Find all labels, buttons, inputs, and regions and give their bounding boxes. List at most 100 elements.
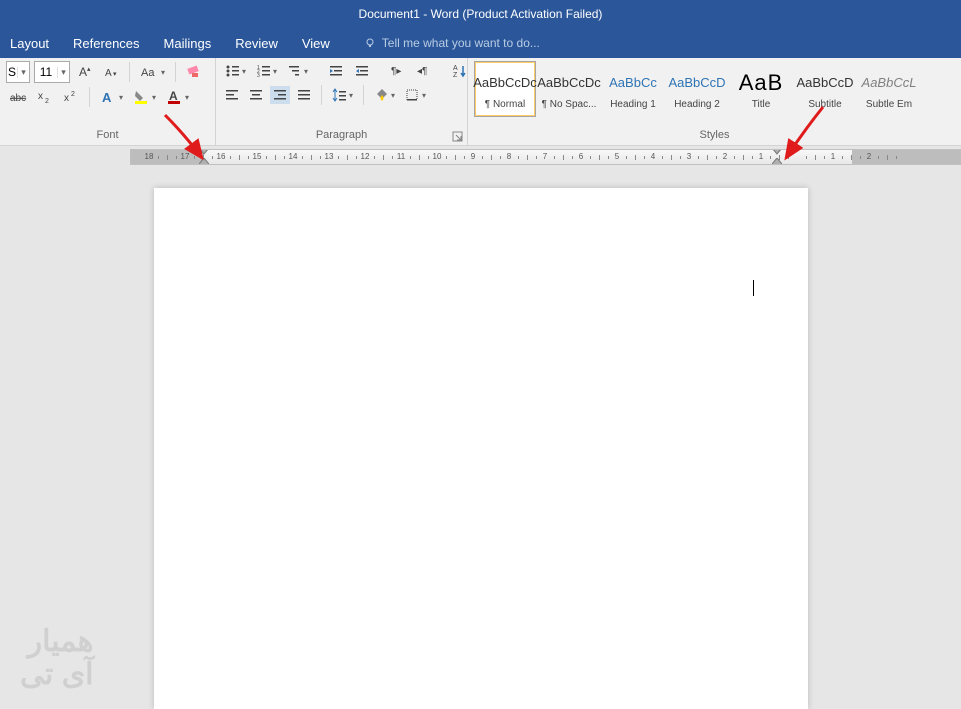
grow-font-button[interactable]: A▴ xyxy=(74,62,96,82)
ribbon-tabs: Layout References Mailings Review View T… xyxy=(0,28,961,58)
svg-text:Aa: Aa xyxy=(141,67,155,79)
text-effects-button[interactable]: A▾ xyxy=(97,87,126,107)
svg-text:x: x xyxy=(64,93,69,104)
highlight-button[interactable]: ▾ xyxy=(130,87,159,107)
align-center-button[interactable] xyxy=(246,86,266,104)
numbering-button[interactable]: 123▾ xyxy=(253,61,280,81)
style-item-heading-1[interactable]: AaBbCc Heading 1 xyxy=(602,61,664,117)
ruler-area: 18171615141312111098765432112 xyxy=(0,146,961,168)
style-item-subtitle[interactable]: AaBbCcD Subtitle xyxy=(794,61,856,117)
document-page[interactable] xyxy=(154,188,808,709)
ribbon: ▾ ▾ A▴ A▾ Aa▾ abc x2 x2 A▾ ▾ A xyxy=(0,58,961,146)
watermark-line-1: همیار xyxy=(20,625,94,658)
paragraph-dialog-launcher[interactable] xyxy=(452,130,464,142)
ruler-number: 2 xyxy=(723,152,727,161)
align-left-button[interactable] xyxy=(222,86,242,104)
ruler-number: 1 xyxy=(759,152,763,161)
ruler-number: 6 xyxy=(579,152,583,161)
subscript-button[interactable]: x2 xyxy=(34,87,56,107)
style-preview: AaBbCcDc xyxy=(473,69,537,97)
rtl-direction-button[interactable]: ◂¶ xyxy=(413,61,435,81)
svg-text:x: x xyxy=(38,91,43,102)
svg-text:A: A xyxy=(105,68,112,79)
shading-button[interactable]: ▾ xyxy=(371,86,398,104)
ruler-number: 18 xyxy=(145,152,154,161)
style-name: Heading 2 xyxy=(674,99,720,110)
watermark: همیار آی تی xyxy=(20,625,94,691)
ruler-number: 7 xyxy=(543,152,547,161)
first-line-indent-marker[interactable] xyxy=(199,149,209,158)
shrink-font-button[interactable]: A▾ xyxy=(100,62,122,82)
font-size-box[interactable]: ▾ xyxy=(34,61,70,83)
right-indent-marker-bottom[interactable] xyxy=(772,158,782,165)
ruler-number: 10 xyxy=(433,152,442,161)
font-family-box[interactable]: ▾ xyxy=(6,61,30,83)
borders-button[interactable]: ▾ xyxy=(402,86,429,104)
ruler-number: 13 xyxy=(325,152,334,161)
paragraph-group-label: Paragraph xyxy=(222,127,461,143)
svg-text:2: 2 xyxy=(71,91,75,98)
styles-gallery[interactable]: AaBbCcDc¶ NormalAaBbCcDc¶ No Spac...AaBb… xyxy=(474,61,955,117)
document-canvas[interactable] xyxy=(0,168,961,709)
multilevel-list-button[interactable]: ▾ xyxy=(284,61,311,81)
ruler-number: 1 xyxy=(831,152,835,161)
line-spacing-button[interactable]: ▾ xyxy=(329,86,356,104)
ltr-direction-button[interactable]: ¶▸ xyxy=(387,61,409,81)
style-item-heading-2[interactable]: AaBbCcD Heading 2 xyxy=(666,61,728,117)
ruler-number: 11 xyxy=(397,152,405,161)
style-preview: AaBbCcD xyxy=(796,69,853,97)
style-name: Subtitle xyxy=(808,99,841,110)
strikethrough-button[interactable]: abc xyxy=(6,87,30,107)
style-preview: AaBbCc xyxy=(609,69,657,97)
tab-references[interactable]: References xyxy=(73,36,139,51)
ruler-number: 17 xyxy=(181,152,190,161)
font-size-input[interactable] xyxy=(35,65,57,79)
font-group-label: Font xyxy=(6,127,209,143)
align-right-button[interactable] xyxy=(270,86,290,104)
styles-group: AaBbCcDc¶ NormalAaBbCcDc¶ No Spac...AaBb… xyxy=(468,58,961,145)
style-name: Subtle Em xyxy=(866,99,912,110)
tab-view[interactable]: View xyxy=(302,36,330,51)
font-color-button[interactable]: A▾ xyxy=(163,87,192,107)
change-case-button[interactable]: Aa▾ xyxy=(137,62,168,82)
style-name: ¶ No Spac... xyxy=(542,99,597,110)
dropdown-icon[interactable]: ▾ xyxy=(17,67,29,78)
dropdown-icon[interactable]: ▾ xyxy=(57,67,69,78)
bullets-button[interactable]: ▾ xyxy=(222,61,249,81)
increase-indent-button[interactable] xyxy=(351,61,373,81)
svg-text:A: A xyxy=(169,89,178,103)
ruler-number: 12 xyxy=(361,152,370,161)
hanging-indent-marker[interactable] xyxy=(199,158,209,165)
style-item---normal[interactable]: AaBbCcDc ¶ Normal xyxy=(474,61,536,117)
svg-text:Z: Z xyxy=(453,72,458,79)
decrease-indent-button[interactable] xyxy=(325,61,347,81)
ruler-number: 8 xyxy=(507,152,511,161)
tab-mailings[interactable]: Mailings xyxy=(164,36,212,51)
ruler-number: 3 xyxy=(687,152,691,161)
svg-text:A: A xyxy=(102,90,112,105)
style-preview: AaBbCcD xyxy=(668,69,725,97)
styles-group-label: Styles xyxy=(474,127,955,143)
clear-formatting-button[interactable] xyxy=(183,62,207,82)
style-name: Heading 1 xyxy=(610,99,656,110)
style-item-subtle-em[interactable]: AaBbCcL Subtle Em xyxy=(858,61,920,117)
justify-button[interactable] xyxy=(294,86,314,104)
svg-text:▾: ▾ xyxy=(113,71,117,78)
style-preview: AaBbCcDc xyxy=(537,69,601,97)
style-name: ¶ Normal xyxy=(485,99,525,110)
tell-me-search[interactable]: Tell me what you want to do... xyxy=(364,36,540,50)
svg-text:¶▸: ¶▸ xyxy=(391,66,401,77)
right-indent-marker-top[interactable] xyxy=(772,149,782,158)
style-preview: AaBbCcL xyxy=(862,69,917,97)
superscript-button[interactable]: x2 xyxy=(60,87,82,107)
ruler-number: 9 xyxy=(471,152,475,161)
window-title: Document1 - Word (Product Activation Fai… xyxy=(359,7,603,21)
style-name: Title xyxy=(752,99,771,110)
svg-text:abc: abc xyxy=(10,93,26,104)
tab-review[interactable]: Review xyxy=(235,36,278,51)
tab-layout[interactable]: Layout xyxy=(10,36,49,51)
style-item---no-spac---[interactable]: AaBbCcDc ¶ No Spac... xyxy=(538,61,600,117)
horizontal-ruler[interactable]: 18171615141312111098765432112 xyxy=(130,149,961,165)
style-item-title[interactable]: AaBTitle xyxy=(730,61,792,117)
font-family-input[interactable] xyxy=(7,65,17,79)
